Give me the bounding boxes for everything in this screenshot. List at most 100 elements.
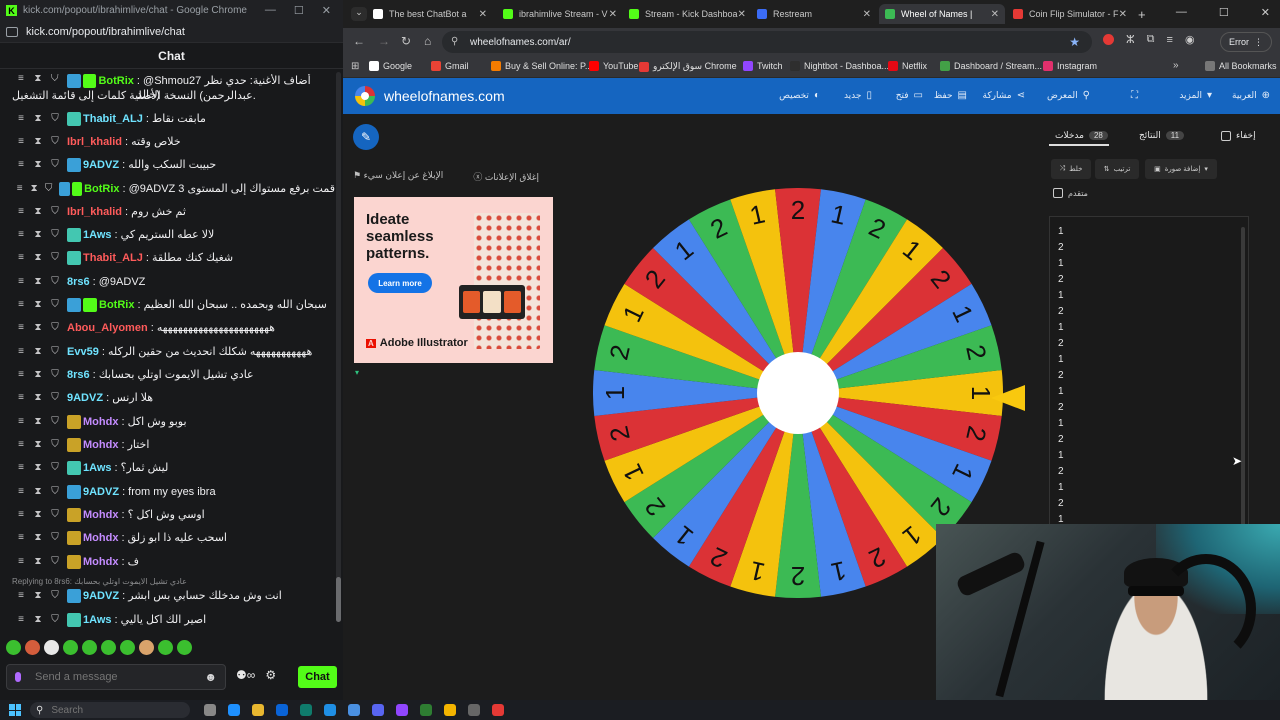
- edge-icon[interactable]: [324, 704, 336, 716]
- chat-username[interactable]: BotRix: [98, 74, 133, 88]
- pin-icon[interactable]: ≡: [16, 487, 26, 497]
- extension-icon[interactable]: ⵣ: [1126, 33, 1135, 46]
- browser-tab[interactable]: The best ChatBot a ✕: [367, 4, 493, 24]
- pin-icon[interactable]: ≡: [16, 463, 26, 473]
- timeout-icon[interactable]: ⧗: [33, 114, 43, 124]
- pin-icon[interactable]: ≡: [16, 114, 26, 124]
- ban-icon[interactable]: ⛉: [50, 114, 60, 124]
- header-nav-item[interactable]: المزيد ▾: [1179, 90, 1212, 101]
- timeout-icon[interactable]: ⧗: [33, 253, 43, 263]
- timeout-icon[interactable]: ⧗: [33, 74, 43, 84]
- profile-error-button[interactable]: Error ⋮: [1219, 32, 1272, 52]
- emoji-picker-icon[interactable]: ☻: [204, 670, 217, 684]
- pin-icon[interactable]: ≡: [16, 230, 26, 240]
- timeout-icon[interactable]: ⧗: [33, 370, 43, 380]
- chat-username[interactable]: BotRix: [84, 182, 119, 196]
- hide-checkbox[interactable]: [1221, 130, 1231, 141]
- pin-icon[interactable]: ≡: [16, 160, 26, 170]
- chat-username[interactable]: 8rs6: [67, 275, 90, 289]
- ban-icon[interactable]: ⛉: [50, 277, 60, 287]
- ban-icon[interactable]: ⛉: [50, 463, 60, 473]
- chat-username[interactable]: Ibrl_khalid: [67, 135, 122, 149]
- bookmark-item[interactable]: Instagram: [1043, 61, 1097, 71]
- bookmark-star-icon[interactable]: ★: [1069, 35, 1080, 49]
- ban-icon[interactable]: ⛉: [50, 440, 60, 450]
- home-icon[interactable]: ⌂: [424, 34, 431, 48]
- close-icon[interactable]: ✕: [322, 4, 331, 17]
- header-nav-item[interactable]: العربية ⊕: [1232, 90, 1270, 101]
- tab-close-icon[interactable]: ✕: [1119, 9, 1127, 20]
- app-icon[interactable]: [492, 704, 504, 716]
- all-bookmarks[interactable]: All Bookmarks: [1205, 61, 1277, 71]
- ban-icon[interactable]: ⛉: [50, 417, 60, 427]
- header-nav-item[interactable]: المعرض ⚲: [1047, 90, 1090, 101]
- bookmark-item[interactable]: Google: [369, 61, 412, 71]
- header-nav-item[interactable]: تخصيص ◐: [779, 90, 820, 101]
- site-title[interactable]: wheelofnames.com: [384, 88, 505, 104]
- advanced-checkbox[interactable]: [1053, 188, 1063, 198]
- header-nav-item[interactable]: حفظ ▤: [934, 90, 967, 101]
- chat-username[interactable]: Thabit_ALJ: [83, 112, 143, 126]
- bookmark-item[interactable]: Nightbot - Dashboa...: [790, 61, 889, 71]
- mic-icon[interactable]: [15, 672, 21, 682]
- bookmark-item[interactable]: YouTube: [589, 61, 638, 71]
- apps-grid-icon[interactable]: ⊞: [351, 61, 359, 72]
- chrome-icon[interactable]: [444, 704, 456, 716]
- obs-icon[interactable]: [468, 704, 480, 716]
- pin-icon[interactable]: ≡: [16, 557, 26, 567]
- emote-icon[interactable]: [158, 640, 173, 655]
- timeout-icon[interactable]: ⧗: [33, 230, 43, 240]
- adchoices-icon[interactable]: ▾: [355, 368, 359, 377]
- taskbar-search[interactable]: ⚲: [30, 702, 190, 718]
- pin-icon[interactable]: ≡: [16, 137, 26, 147]
- browser-tab[interactable]: Coin Flip Simulator - F ✕: [1007, 4, 1133, 24]
- bookmark-item[interactable]: Twitch: [743, 61, 783, 71]
- chat-url-bar[interactable]: kick.com/popout/ibrahimlive/chat: [0, 21, 343, 43]
- tab-entries[interactable]: مدخلات 28: [1055, 130, 1108, 141]
- ban-icon[interactable]: ⛉: [50, 533, 60, 543]
- header-nav-item[interactable]: ⛶: [1126, 90, 1138, 101]
- timeout-icon[interactable]: ⧗: [33, 393, 43, 403]
- ban-icon[interactable]: ⛉: [50, 300, 60, 310]
- site-info-icon[interactable]: ⚲: [451, 36, 458, 47]
- back-arrow-icon[interactable]: ←: [353, 34, 365, 48]
- edge-icon[interactable]: [228, 704, 240, 716]
- task-view-icon[interactable]: [204, 704, 216, 716]
- close-ads-link[interactable]: ⓧ إغلاق الإعلانات: [473, 170, 539, 183]
- tab-close-icon[interactable]: ✕: [479, 9, 487, 20]
- header-nav-item[interactable]: مشاركة ⋖: [983, 90, 1025, 101]
- store-icon[interactable]: [276, 704, 288, 716]
- taskbar-search-input[interactable]: [51, 704, 162, 716]
- browser-tab[interactable]: Stream - Kick Dashboa ✕: [623, 4, 749, 24]
- chat-send-button[interactable]: Chat: [298, 666, 337, 688]
- ban-icon[interactable]: ⛉: [50, 393, 60, 403]
- tab-search-icon[interactable]: ⌄: [351, 7, 367, 21]
- chat-username[interactable]: 8rs6: [67, 368, 90, 382]
- timeout-icon[interactable]: ⧗: [33, 533, 43, 543]
- chat-scrollbar[interactable]: [336, 72, 341, 622]
- timeout-icon[interactable]: ⧗: [30, 184, 38, 194]
- wheel-logo-icon[interactable]: [355, 86, 375, 106]
- chat-username[interactable]: BotRix: [99, 298, 134, 312]
- site-info-icon[interactable]: [6, 26, 18, 37]
- file-explorer-icon[interactable]: [252, 704, 264, 716]
- tab-close-icon[interactable]: ✕: [863, 9, 871, 20]
- pin-icon[interactable]: ≡: [16, 207, 26, 217]
- timeout-icon[interactable]: ⧗: [33, 347, 43, 357]
- bookmark-item[interactable]: Gmail: [431, 61, 469, 71]
- twitch-icon[interactable]: [396, 704, 408, 716]
- users-icon[interactable]: ⚉∞: [236, 668, 255, 682]
- browser-tab[interactable]: ibrahimlive Stream - V ✕: [497, 4, 623, 24]
- timeout-icon[interactable]: ⧗: [33, 137, 43, 147]
- pin-icon[interactable]: ≡: [16, 184, 23, 194]
- hide-toggle[interactable]: إخفاء: [1221, 130, 1256, 141]
- bookmark-item[interactable]: Dashboard / Stream...: [940, 61, 1042, 71]
- minimize-icon[interactable]: —: [1176, 6, 1187, 19]
- pin-icon[interactable]: ≡: [16, 440, 26, 450]
- timeout-icon[interactable]: ⧗: [33, 300, 43, 310]
- chat-message-input-wrapper[interactable]: ☻: [6, 664, 226, 690]
- ban-icon[interactable]: ⛉: [50, 615, 60, 625]
- timeout-icon[interactable]: ⧗: [33, 417, 43, 427]
- timeout-icon[interactable]: ⧗: [33, 463, 43, 473]
- emote-icon[interactable]: [44, 640, 59, 655]
